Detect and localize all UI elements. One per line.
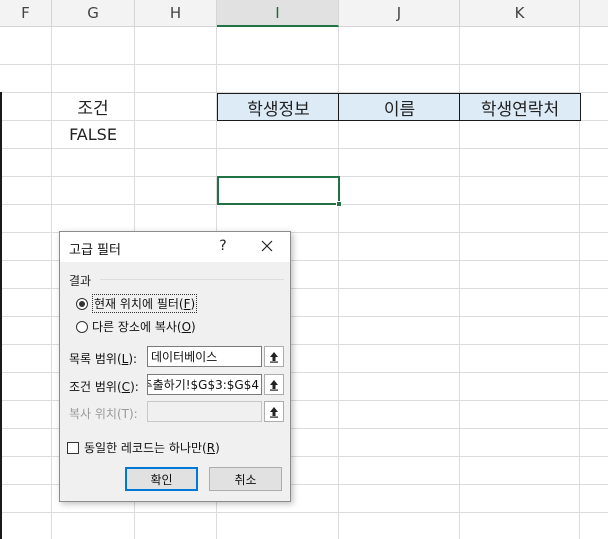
fill-handle[interactable]	[336, 201, 342, 207]
radio-filter-in-place[interactable]: 현재 위치에 필터(F)	[76, 294, 198, 313]
dialog-title: 고급 필터	[69, 243, 121, 258]
unique-records-checkbox[interactable]	[67, 441, 79, 454]
list-range-input[interactable]: 데이터베이스	[147, 346, 262, 367]
radio-label: 현재 위치에 필터(F)	[92, 294, 198, 313]
copy-to-collapse-button	[264, 401, 284, 422]
copy-to-input	[147, 401, 262, 422]
criteria-range-collapse-button[interactable]	[264, 374, 284, 395]
close-icon	[261, 240, 273, 252]
column-header-k[interactable]: K	[460, 0, 580, 27]
gridline	[0, 512, 608, 513]
radio-button-selected[interactable]	[76, 297, 88, 310]
list-range-collapse-button[interactable]	[264, 346, 284, 367]
column-letter: K	[514, 4, 525, 22]
ok-button[interactable]: 확인	[125, 467, 198, 491]
list-range-label: 목록 범위(L):	[69, 352, 138, 366]
radio-copy-to-location[interactable]: 다른 장소에 복사(O)	[76, 318, 196, 335]
column-letter: J	[396, 4, 402, 22]
collapse-arrow-icon	[270, 379, 278, 391]
column-header-f[interactable]: F	[0, 0, 52, 27]
cell-j4[interactable]: 이름	[338, 93, 461, 121]
active-cell-selection[interactable]	[217, 176, 340, 205]
column-header-j[interactable]: J	[339, 0, 460, 27]
column-header-h[interactable]: H	[135, 0, 217, 27]
criteria-range-label: 조건 범위(C):	[69, 380, 139, 394]
unique-records-label: 동일한 레코드는 하나만(R)	[84, 441, 220, 455]
column-border	[0, 92, 2, 539]
cancel-button[interactable]: 취소	[209, 467, 282, 491]
radio-button[interactable]	[76, 320, 88, 333]
cell-k4[interactable]: 학생연락처	[459, 93, 581, 121]
help-button[interactable]: ?	[215, 238, 231, 254]
collapse-arrow-icon	[270, 406, 278, 418]
column-letter: F	[21, 4, 30, 22]
advanced-filter-dialog: 고급 필터 ? 결과 현재 위치에 필터(F) 다른 장소에 복사(O) 목록 …	[59, 231, 291, 502]
result-group-label: 결과	[69, 274, 92, 288]
column-letter: G	[87, 4, 99, 22]
column-header-i[interactable]: I	[217, 0, 339, 27]
column-letter: I	[275, 3, 280, 22]
cell-g5[interactable]: FALSE	[52, 121, 134, 148]
dialog-titlebar[interactable]: 고급 필터 ?	[60, 232, 290, 262]
collapse-arrow-icon	[270, 351, 278, 363]
radio-label: 다른 장소에 복사(O)	[92, 320, 196, 334]
column-header-next[interactable]	[580, 0, 608, 27]
cell-g4[interactable]: 조건	[52, 93, 134, 120]
column-letter: H	[169, 4, 182, 22]
cell-i4[interactable]: 학생정보	[217, 93, 340, 121]
copy-to-label: 복사 위치(T):	[69, 407, 138, 421]
criteria-range-input[interactable]: 추출하기!$G$3:$G$4	[147, 374, 262, 395]
close-button[interactable]	[256, 236, 278, 256]
unique-records-checkbox-row[interactable]: 동일한 레코드는 하나만(R)	[67, 439, 220, 456]
column-header-g[interactable]: G	[52, 0, 135, 27]
gridline	[0, 64, 608, 65]
group-divider	[100, 279, 284, 280]
gridline	[0, 148, 608, 149]
